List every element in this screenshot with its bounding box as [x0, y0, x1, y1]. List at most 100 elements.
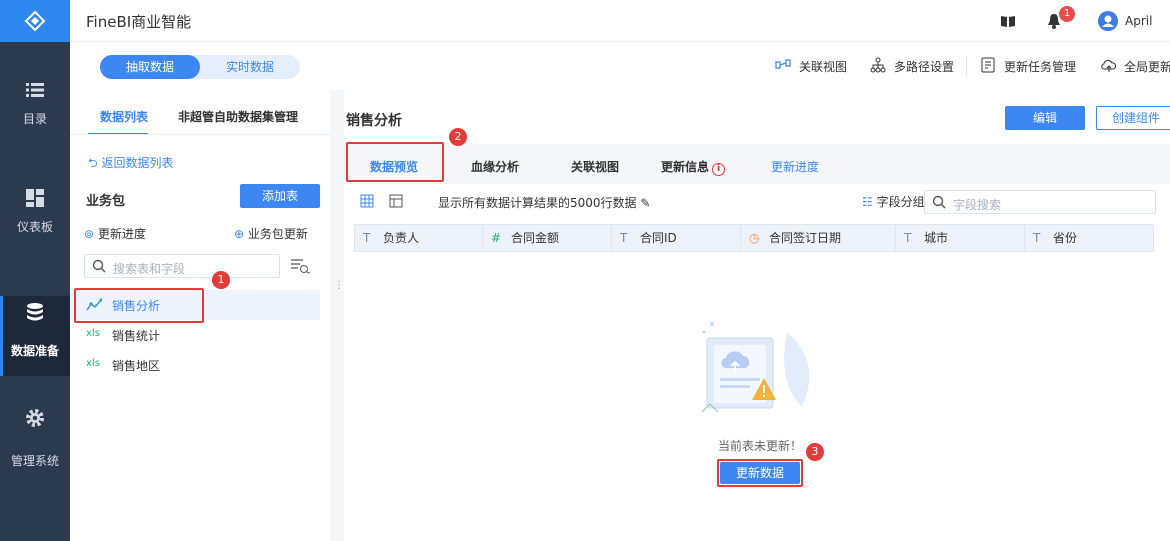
step-badge-3: 3 — [806, 443, 824, 461]
highlight-box-3 — [717, 459, 803, 487]
sidebar-item-system[interactable]: 管理系统 — [0, 408, 70, 488]
tab-self-service-manage[interactable]: 非超管自助数据集管理 — [178, 108, 298, 125]
tab-update-info-label: 更新信息 — [661, 160, 710, 174]
logo-icon — [24, 10, 46, 32]
search-icon — [92, 259, 106, 273]
column-label: 合同签订日期 — [769, 231, 842, 245]
panel-splitter[interactable]: ⋮ — [330, 90, 344, 541]
column-header-contract-id[interactable]: T 合同ID — [612, 225, 741, 251]
drag-handle-icon: ⋮ — [334, 280, 344, 291]
column-header-owner[interactable]: T 负责人 — [355, 225, 483, 251]
sidebar-item-catalog[interactable]: 目录 — [0, 80, 70, 160]
empty-state-illustration — [701, 322, 810, 413]
tab-lineage[interactable]: 血缘分析 — [471, 158, 519, 175]
list-item-label: 销售统计 — [112, 329, 161, 343]
gear-icon — [26, 409, 44, 427]
mode-realtime-button[interactable]: 实时数据 — [200, 55, 300, 79]
grid-view-icon[interactable] — [360, 194, 374, 208]
column-header-city[interactable]: T 城市 — [896, 225, 1025, 251]
step-badge-2: 2 — [449, 128, 467, 146]
create-component-button[interactable]: 创建组件 — [1096, 106, 1170, 130]
column-label: 负责人 — [383, 231, 420, 245]
sidebar-item-label: 管理系统 — [10, 454, 59, 468]
task-manage-button[interactable]: 更新任务管理 — [981, 57, 1077, 75]
search-placeholder: 搜索表和字段 — [113, 262, 186, 276]
column-header-province[interactable]: T 省份 — [1025, 225, 1153, 251]
field-search-input[interactable]: 字段搜索 — [924, 190, 1156, 214]
upload-icon: ⊕ — [234, 227, 248, 241]
list-item-sales-region[interactable]: xls 销售地区 — [70, 350, 320, 380]
text-type-icon: T — [620, 231, 628, 245]
text-type-icon: T — [904, 231, 912, 245]
search-icon — [932, 195, 946, 209]
highlight-box-2 — [346, 142, 444, 182]
pencil-icon[interactable]: ✎ — [640, 196, 650, 210]
table-header: T 负责人 # 合同金额 T 合同ID ◷ 合同签订日期 T 城市 T 省份 — [354, 224, 1154, 252]
sidebar-item-label: 数据准备 — [10, 344, 59, 358]
step-badge-1: 1 — [212, 271, 230, 289]
column-header-amount[interactable]: # 合同金额 — [483, 225, 612, 251]
field-group-button[interactable]: ☷ 字段分组 — [862, 193, 925, 210]
global-update-label: 全局更新 — [1124, 60, 1170, 74]
book-icon[interactable] — [1000, 14, 1016, 28]
multipath-label: 多路径设置 — [894, 60, 955, 74]
logo[interactable] — [0, 0, 70, 42]
mode-extract-button[interactable]: 抽取数据 — [100, 55, 200, 79]
package-update-button[interactable]: ⊕ 业务包更新 — [234, 225, 308, 242]
cloud-icon — [1101, 60, 1116, 72]
list-item-sales-stats[interactable]: xls 销售统计 — [70, 320, 320, 350]
notification-badge: 1 — [1059, 6, 1075, 22]
multipath-button[interactable]: 多路径设置 — [870, 57, 955, 75]
highlight-box-1 — [74, 288, 204, 323]
group-icon: ☷ — [862, 195, 877, 209]
package-update-label: 业务包更新 — [247, 227, 308, 241]
tab-update-progress[interactable]: 更新进度 — [771, 158, 819, 175]
main-panel: 销售分析 编辑 创建组件 数据预览 血缘分析 关联视图 更新信息 i 更新进度 2… — [344, 90, 1170, 541]
app-title: FineBI商业智能 — [86, 13, 192, 31]
update-progress-button[interactable]: ⊚ 更新进度 — [84, 225, 146, 242]
column-label: 合同金额 — [511, 231, 560, 245]
column-header-sign-date[interactable]: ◷ 合同签订日期 — [741, 225, 896, 251]
tab-bar: 数据预览 血缘分析 关联视图 更新信息 i 更新进度 — [344, 144, 1170, 184]
sidebar-item-data-prep[interactable]: 数据准备 — [0, 296, 70, 376]
progress-icon: ⊚ — [84, 227, 98, 241]
sidebar-item-label: 目录 — [22, 112, 47, 126]
package-heading: 业务包 — [86, 194, 126, 209]
sidebar-item-dashboard[interactable]: 仪表板 — [0, 188, 70, 268]
tab-data-list[interactable]: 数据列表 — [100, 108, 148, 125]
text-type-icon: T — [363, 231, 371, 245]
task-manage-label: 更新任务管理 — [1004, 60, 1077, 74]
sidebar-item-label: 仪表板 — [16, 220, 53, 234]
back-arrow-icon: ⮌ — [88, 156, 102, 170]
relation-view-button[interactable]: 关联视图 — [775, 58, 848, 75]
relation-view-label: 关联视图 — [799, 60, 848, 74]
filter-sort-icon[interactable] — [290, 258, 312, 274]
table-search-input[interactable]: 搜索表和字段 — [84, 254, 280, 278]
warning-icon: i — [712, 163, 726, 176]
top-bar: FineBI商业智能 1 April — [70, 0, 1170, 42]
empty-state-text: 当前表未更新！ — [718, 439, 803, 453]
field-search-placeholder: 字段搜索 — [953, 198, 1002, 212]
username[interactable]: April — [1125, 14, 1152, 28]
back-to-list-link[interactable]: ⮌ 返回数据列表 — [88, 154, 173, 175]
app-sidebar: 目录 仪表板 数据准备 管理系统 — [0, 0, 70, 541]
xls-icon: xls — [86, 358, 100, 369]
page-title: 销售分析 — [346, 113, 402, 129]
global-update-button[interactable]: 全局更新 — [1101, 58, 1170, 75]
dashboard-icon — [26, 189, 44, 207]
preview-info-text: 显示所有数据计算结果的5000行数据 ✎ — [438, 194, 650, 211]
tab-divider — [70, 134, 330, 135]
avatar[interactable] — [1098, 11, 1118, 31]
back-label: 返回数据列表 — [101, 156, 174, 170]
toolbar-divider — [966, 56, 967, 76]
tab-update-info[interactable]: 更新信息 i — [661, 158, 726, 176]
tab-relation-view[interactable]: 关联视图 — [571, 158, 619, 175]
mode-switch: 抽取数据 实时数据 — [100, 55, 300, 79]
relation-icon — [775, 59, 791, 69]
edit-button[interactable]: 编辑 — [1005, 106, 1085, 130]
add-table-button[interactable]: 添加表 — [240, 184, 320, 208]
preview-info-label: 显示所有数据计算结果的5000行数据 — [438, 196, 637, 210]
column-label: 城市 — [924, 231, 949, 245]
layout-view-icon[interactable] — [389, 194, 403, 208]
column-label: 省份 — [1053, 231, 1078, 245]
